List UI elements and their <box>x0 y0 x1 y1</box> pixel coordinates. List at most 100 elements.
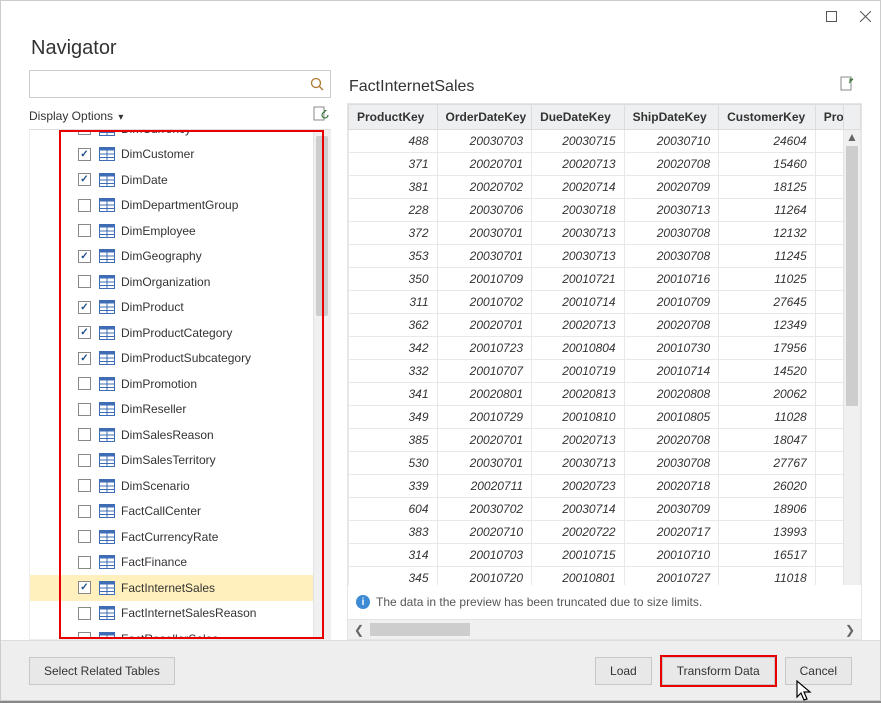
preview-grid[interactable]: ProductKeyOrderDateKeyDueDateKeyShipDate… <box>348 104 861 585</box>
search-box[interactable] <box>29 70 331 98</box>
navigator-tree[interactable]: DimCurrencyDimCustomerDimDateDimDepartme… <box>30 130 330 639</box>
table-row[interactable]: 38320020710200207222002071713993 <box>349 521 861 544</box>
cell: 20010710 <box>624 544 719 567</box>
select-related-tables-button[interactable]: Select Related Tables <box>29 657 175 685</box>
tree-item[interactable]: DimPromotion <box>30 371 330 397</box>
tree-item[interactable]: FactCurrencyRate <box>30 524 330 550</box>
table-row[interactable]: 31120010702200107142001070927645 <box>349 291 861 314</box>
search-input[interactable] <box>30 71 304 97</box>
cell: 27767 <box>719 452 816 475</box>
navigator-dialog: Navigator Display Options ▾ <box>0 0 881 701</box>
cell: 20030708 <box>624 452 719 475</box>
column-header[interactable]: OrderDateKey <box>437 105 532 130</box>
checkbox[interactable] <box>78 530 91 543</box>
cancel-button[interactable]: Cancel <box>785 657 852 685</box>
checkbox[interactable] <box>78 224 91 237</box>
checkbox[interactable] <box>78 479 91 492</box>
tree-item[interactable]: DimProductSubcategory <box>30 346 330 372</box>
tree-item[interactable]: DimSalesReason <box>30 422 330 448</box>
checkbox[interactable] <box>78 148 91 161</box>
checkbox[interactable] <box>78 581 91 594</box>
tree-item[interactable]: DimEmployee <box>30 218 330 244</box>
table-row[interactable]: 53020030701200307132003070827767 <box>349 452 861 475</box>
maximize-icon[interactable] <box>824 9 838 23</box>
column-header[interactable]: DueDateKey <box>532 105 625 130</box>
table-row[interactable]: 36220020701200207132002070812349 <box>349 314 861 337</box>
checkbox[interactable] <box>78 505 91 518</box>
table-row[interactable]: 38520020701200207132002070818047 <box>349 429 861 452</box>
checkbox[interactable] <box>78 352 91 365</box>
tree-item[interactable]: DimScenario <box>30 473 330 499</box>
checkbox[interactable] <box>78 428 91 441</box>
table-row[interactable]: 34120020801200208132002080820062 <box>349 383 861 406</box>
cell: 27645 <box>719 291 816 314</box>
vertical-scrollbar[interactable]: ▲ <box>843 130 860 586</box>
close-icon[interactable] <box>858 9 872 23</box>
cell: 20020708 <box>624 429 719 452</box>
tree-item[interactable]: DimDate <box>30 167 330 193</box>
cell: 20030701 <box>437 245 532 268</box>
checkbox[interactable] <box>78 250 91 263</box>
tree-item[interactable]: DimReseller <box>30 397 330 423</box>
tree-item[interactable]: DimProduct <box>30 295 330 321</box>
tree-item[interactable]: DimGeography <box>30 244 330 270</box>
checkbox[interactable] <box>78 607 91 620</box>
table-row[interactable]: 33220010707200107192001071414520 <box>349 360 861 383</box>
table-row[interactable]: 31420010703200107152001071016517 <box>349 544 861 567</box>
table-row[interactable]: 33920020711200207232002071826020 <box>349 475 861 498</box>
checkbox[interactable] <box>78 403 91 416</box>
search-icon[interactable] <box>304 71 330 97</box>
table-row[interactable]: 34220010723200108042001073017956 <box>349 337 861 360</box>
cell: 16517 <box>719 544 816 567</box>
table-row[interactable]: 48820030703200307152003071024604▲ <box>349 130 861 153</box>
column-header[interactable]: ProductKey <box>349 105 438 130</box>
checkbox[interactable] <box>78 173 91 186</box>
tree-item[interactable]: FactCallCenter <box>30 499 330 525</box>
table-row[interactable]: 38120020702200207142002070918125 <box>349 176 861 199</box>
checkbox[interactable] <box>78 275 91 288</box>
tree-scrollbar[interactable] <box>313 130 330 639</box>
tree-item-label: DimEmployee <box>121 224 196 238</box>
checkbox[interactable] <box>78 301 91 314</box>
checkbox[interactable] <box>78 199 91 212</box>
horizontal-scrollbar[interactable]: ❮ ❯ <box>348 619 861 639</box>
preview-options-icon[interactable] <box>840 76 856 97</box>
chevron-down-icon: ▾ <box>118 112 123 123</box>
transform-data-button[interactable]: Transform Data <box>662 657 775 685</box>
cell: 11018 <box>719 567 816 586</box>
cell: 488 <box>349 130 438 153</box>
tree-item[interactable]: DimDepartmentGroup <box>30 193 330 219</box>
column-header[interactable]: ShipDateKey <box>624 105 719 130</box>
refresh-icon[interactable] <box>313 106 329 125</box>
tree-item[interactable]: FactInternetSales <box>30 575 330 601</box>
column-header[interactable]: CustomerKey <box>719 105 816 130</box>
checkbox[interactable] <box>78 326 91 339</box>
checkbox[interactable] <box>78 556 91 569</box>
table-row[interactable]: 34520010720200108012001072711018 <box>349 567 861 586</box>
table-icon <box>99 249 115 263</box>
table-row[interactable]: 35320030701200307132003070811245 <box>349 245 861 268</box>
tree-item[interactable]: FactInternetSalesReason <box>30 601 330 627</box>
tree-item[interactable]: FactFinance <box>30 550 330 576</box>
tree-item[interactable]: DimSalesTerritory <box>30 448 330 474</box>
tree-item[interactable]: DimCurrency <box>30 130 330 142</box>
cell: 20010804 <box>532 337 625 360</box>
table-row[interactable]: 37220030701200307132003070812132 <box>349 222 861 245</box>
table-row[interactable]: 37120020701200207132002070815460 <box>349 153 861 176</box>
checkbox[interactable] <box>78 130 91 135</box>
tree-item[interactable]: DimProductCategory <box>30 320 330 346</box>
tree-item[interactable]: FactResellerSales <box>30 626 330 639</box>
checkbox[interactable] <box>78 377 91 390</box>
table-row[interactable]: 60420030702200307142003070918906 <box>349 498 861 521</box>
tree-item[interactable]: DimCustomer <box>30 142 330 168</box>
checkbox[interactable] <box>78 454 91 467</box>
table-row[interactable]: 22820030706200307182003071311264 <box>349 199 861 222</box>
load-button[interactable]: Load <box>595 657 652 685</box>
tree-item[interactable]: DimOrganization <box>30 269 330 295</box>
table-row[interactable]: 35020010709200107212001071611025 <box>349 268 861 291</box>
table-row[interactable]: 34920010729200108102001080511028 <box>349 406 861 429</box>
display-options-button[interactable]: Display Options ▾ <box>29 109 123 123</box>
cell: 20010707 <box>437 360 532 383</box>
checkbox[interactable] <box>78 632 91 639</box>
column-header[interactable]: Pro <box>815 105 843 130</box>
